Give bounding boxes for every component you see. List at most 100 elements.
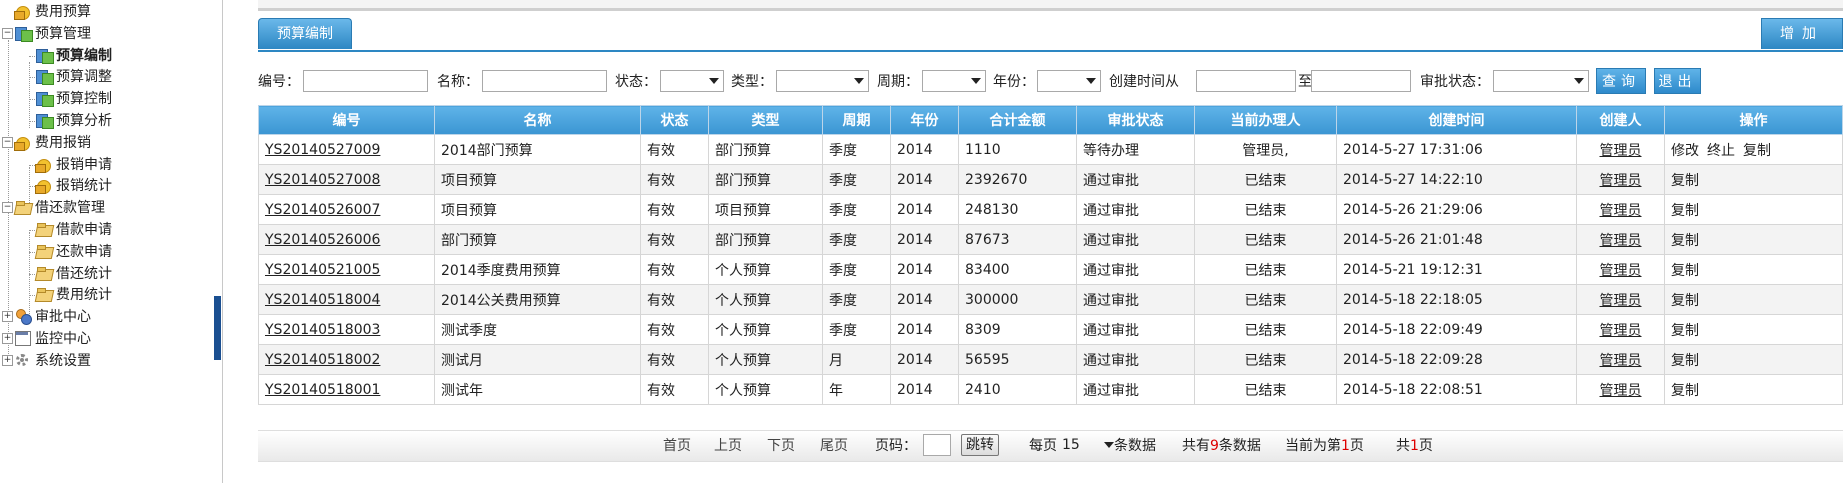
tree-node-budget-adjust[interactable]: 预算调整 [29, 66, 112, 88]
copy-action[interactable]: 复制 [1671, 323, 1699, 339]
copy-action[interactable]: 复制 [1671, 383, 1699, 399]
creator-link[interactable]: 管理员 [1600, 323, 1642, 339]
copy-action[interactable]: 复制 [1671, 203, 1699, 219]
collapse-toggle-icon[interactable]: − [2, 136, 13, 148]
table-row: YS20140527009 2014部门预算 有效 部门预算 季度 2014 1110 等待办… [258, 134, 1843, 165]
name-input[interactable] [482, 70, 607, 92]
expand-toggle-icon[interactable]: + [2, 333, 13, 344]
cell-amount: 1110 [958, 134, 1077, 165]
tree-node-loan-manage[interactable]: − 借还款管理 [2, 197, 105, 219]
creator-link[interactable]: 管理员 [1600, 233, 1642, 249]
query-button[interactable]: 查询 [1596, 68, 1646, 94]
first-page-link[interactable]: 首页 [663, 431, 691, 461]
cell-creator: 管理员 [1576, 164, 1665, 195]
jump-button[interactable]: 跳转 [961, 434, 999, 456]
creator-link[interactable]: 管理员 [1600, 263, 1642, 279]
next-page-link[interactable]: 下页 [767, 431, 795, 461]
creator-link[interactable]: 管理员 [1600, 383, 1642, 399]
tree-node-monitor-center[interactable]: + 监控中心 [2, 328, 91, 350]
coins-icon [35, 156, 53, 173]
budget-code-link[interactable]: YS20140518004 [265, 292, 380, 308]
budget-code-link[interactable]: YS20140526007 [265, 202, 380, 218]
created-from-input[interactable] [1196, 70, 1296, 92]
approval-status-select[interactable] [1493, 70, 1589, 92]
page-size-select[interactable]: 15 [1062, 434, 1118, 456]
cell-amount: 87673 [958, 224, 1077, 255]
budget-code-link[interactable]: YS20140518001 [265, 382, 380, 398]
pagination-bar: 首页 上页 下页 尾页 页码： 跳转 每页 15 条数据 共有9条数据 当前为第… [258, 430, 1843, 462]
code-input[interactable] [303, 70, 428, 92]
tree-node-budget-root[interactable]: 费用预算 [14, 1, 91, 23]
tree-node-loan-stats[interactable]: 借还统计 [29, 263, 112, 285]
edit-action[interactable]: 修改 [1671, 143, 1699, 159]
copy-action[interactable]: 复制 [1671, 233, 1699, 249]
current-page: 当前为第1页 [1285, 438, 1364, 454]
tree-node-system-settings[interactable]: + 系统设置 [2, 350, 91, 372]
copy-action[interactable]: 复制 [1671, 293, 1699, 309]
terminate-action[interactable]: 终止 [1707, 143, 1735, 159]
page-number-input[interactable] [923, 434, 951, 456]
tree-node-repay-apply[interactable]: 还款申请 [29, 241, 112, 263]
creator-link[interactable]: 管理员 [1600, 173, 1642, 189]
cell-year: 2014 [890, 194, 959, 225]
cell-status: 有效 [640, 224, 709, 255]
tree-node-loan-apply[interactable]: 借款申请 [29, 219, 112, 241]
creator-link[interactable]: 管理员 [1600, 143, 1642, 159]
sidebar-collapse-handle[interactable] [214, 296, 221, 360]
tab-budget-compile[interactable]: 预算编制 [258, 18, 352, 49]
cell-period: 季度 [822, 284, 891, 315]
cell-creator: 管理员 [1576, 254, 1665, 285]
tree-node-reimburse-apply[interactable]: 报销申请 [29, 154, 112, 176]
cell-approval: 通过审批 [1076, 344, 1195, 375]
cell-created: 2014-5-18 22:09:49 [1336, 314, 1577, 345]
budget-code-link[interactable]: YS20140526006 [265, 232, 380, 248]
tree-node-budget-compile[interactable]: 预算编制 [29, 45, 112, 67]
year-select[interactable] [1037, 70, 1101, 92]
tree-node-budget-control[interactable]: 预算控制 [29, 88, 112, 110]
type-select[interactable] [776, 70, 869, 92]
creator-link[interactable]: 管理员 [1600, 353, 1642, 369]
add-button[interactable]: 增加 [1761, 18, 1843, 49]
created-to-input[interactable] [1311, 70, 1411, 92]
last-page-link[interactable]: 尾页 [820, 431, 848, 461]
tree-node-expense-stats[interactable]: 费用统计 [29, 284, 112, 306]
budget-code-link[interactable]: YS20140518002 [265, 352, 380, 368]
budget-code-link[interactable]: YS20140527009 [265, 142, 380, 158]
tree-node-budget-analysis[interactable]: 预算分析 [29, 110, 112, 132]
cell-creator: 管理员 [1576, 194, 1665, 225]
collapse-toggle-icon[interactable]: − [2, 27, 13, 39]
status-select[interactable] [660, 70, 724, 92]
exit-button[interactable]: 退出 [1654, 68, 1701, 94]
cell-handler: 已结束 [1194, 344, 1337, 375]
cell-creator: 管理员 [1576, 374, 1665, 405]
creator-link[interactable]: 管理员 [1600, 203, 1642, 219]
stack-icon [35, 47, 54, 64]
cell-status: 有效 [640, 374, 709, 405]
expand-toggle-icon[interactable]: + [2, 354, 13, 366]
coins-icon [14, 3, 32, 20]
cell-actions: 复制 [1664, 224, 1843, 255]
coins-icon [35, 177, 53, 195]
budget-code-link[interactable]: YS20140521005 [265, 262, 380, 278]
column-header: 审批状态 [1076, 105, 1195, 135]
prev-page-link[interactable]: 上页 [714, 431, 742, 461]
period-select[interactable] [922, 70, 986, 92]
budget-code-link[interactable]: YS20140527008 [265, 172, 380, 188]
tree-node-label: 预算分析 [56, 113, 112, 129]
collapse-toggle-icon[interactable]: − [2, 202, 13, 214]
copy-action[interactable]: 复制 [1671, 353, 1699, 369]
copy-action[interactable]: 复制 [1671, 173, 1699, 189]
expand-toggle-icon[interactable]: + [2, 311, 13, 323]
copy-action[interactable]: 复制 [1743, 143, 1771, 159]
creator-link[interactable]: 管理员 [1600, 293, 1642, 309]
tree-node-budget-manage[interactable]: − 预算管理 [2, 23, 91, 45]
copy-action[interactable]: 复制 [1671, 263, 1699, 279]
budget-code-link[interactable]: YS20140518003 [265, 322, 380, 338]
name-label: 名称： [437, 74, 479, 90]
tree-node-expense-reimburse[interactable]: − 费用报销 [2, 132, 91, 154]
tree-node-approval-center[interactable]: + 审批中心 [2, 306, 91, 328]
cell-type: 个人预算 [708, 284, 823, 315]
table-row: YS20140518004 2014公关费用预算 有效 个人预算 季度 2014 30000… [258, 284, 1843, 315]
cell-year: 2014 [890, 314, 959, 345]
tree-node-reimburse-stats[interactable]: 报销统计 [29, 175, 112, 197]
